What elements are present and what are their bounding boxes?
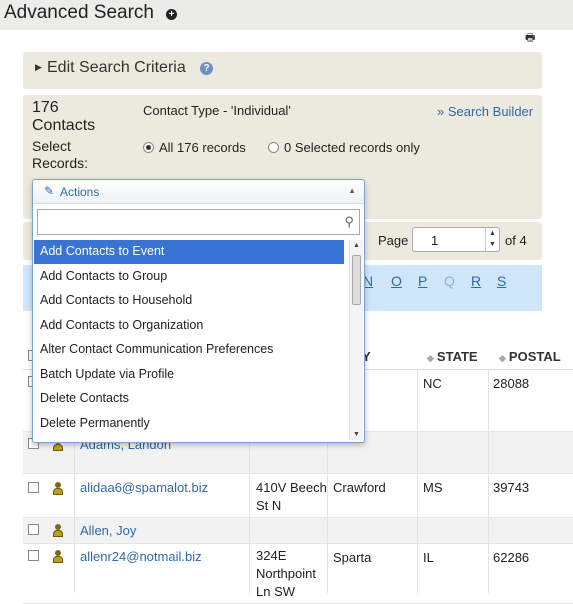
row-checkbox[interactable] [28, 550, 39, 561]
actions-menu-item[interactable]: Add Contacts to Household [34, 289, 344, 313]
state-cell: MS [423, 480, 443, 495]
table-row: allenr24@notmail.biz 324E Northpoint Ln … [23, 544, 573, 604]
scroll-down-icon[interactable]: ▼ [353, 431, 360, 438]
edit-search-criteria-panel[interactable]: ▶ Edit Search Criteria ? [23, 52, 542, 89]
postal-cell: 62286 [493, 550, 530, 565]
scroll-thumb[interactable] [352, 255, 361, 305]
postal-cell: 39743 [493, 480, 530, 495]
state-cell: IL [423, 550, 434, 565]
table-row: alidaa6@spamalot.biz 410V Beech St N Cra… [23, 474, 573, 518]
radio-selected-dot[interactable] [268, 142, 279, 153]
page-title: Advanced Search [4, 2, 154, 23]
actions-menu-item[interactable]: Delete Permanently [34, 412, 344, 436]
actions-label: Actions [60, 185, 100, 199]
address-cell: 410V Beech St N [256, 480, 327, 513]
title-bar: Advanced Search + [0, 0, 573, 30]
select-records-label: Select Records: [32, 138, 89, 171]
alphabet-letter-q: Q [444, 273, 455, 289]
city-cell: Crawford [333, 480, 386, 495]
alphabet-letter-o[interactable]: O [391, 273, 402, 289]
radio-selected-records[interactable]: 0 Selected records only [268, 140, 420, 155]
column-state[interactable]: ◆ STATE [427, 349, 478, 364]
column-postal-label: POSTAL [508, 349, 561, 364]
contact-name-link[interactable]: allenr24@notmail.biz [80, 549, 202, 564]
actions-search-input[interactable]: ⚲ [37, 209, 360, 235]
page-number-input[interactable]: 1 ▲ ▼ [412, 227, 500, 252]
row-checkbox[interactable] [28, 524, 39, 535]
alphabet-letter-p[interactable]: P [418, 273, 427, 289]
edit-search-criteria-label[interactable]: Edit Search Criteria [47, 59, 186, 77]
column-divider [417, 370, 418, 593]
radio-all-dot[interactable] [143, 142, 154, 153]
city-cell: Sparta [333, 550, 372, 565]
actions-toggle[interactable]: ✎ Actions ▲ [33, 180, 364, 204]
search-icon: ⚲ [344, 214, 354, 229]
search-builder-link[interactable]: » Search Builder [437, 104, 533, 119]
contact-name-link[interactable]: alidaa6@spamalot.biz [80, 480, 208, 495]
page-label: Page [378, 233, 409, 248]
help-icon[interactable]: ? [200, 62, 213, 75]
caret-up-icon: ▲ [348, 186, 356, 195]
alphabet-letter-s[interactable]: S [497, 273, 506, 289]
postal-cell: 28088 [493, 376, 530, 391]
contact-type-icon [52, 550, 64, 564]
actions-scrollbar[interactable]: ▲ ▼ [349, 240, 363, 440]
row-checkbox[interactable] [28, 482, 39, 493]
column-divider [488, 370, 489, 593]
expand-triangle-icon: ▶ [35, 62, 42, 72]
add-icon[interactable]: + [166, 9, 177, 20]
state-cell: NC [423, 376, 442, 391]
actions-menu-item[interactable]: Alter Contact Communication Preferences [34, 338, 344, 362]
alphabet-letter-r[interactable]: R [471, 273, 481, 289]
print-icon[interactable]: 🖶 [525, 29, 535, 48]
actions-menu-item[interactable]: Add Contacts to Group [34, 265, 344, 289]
column-state-label: STATE [436, 349, 478, 364]
radio-all-records[interactable]: All 176 records [143, 140, 246, 155]
radio-selected-label: 0 Selected records only [284, 140, 420, 155]
scroll-up-icon[interactable]: ▲ [353, 242, 360, 249]
column-postal[interactable]: ◆ POSTAL [499, 349, 561, 364]
actions-list: Add Contacts to Event Add Contacts to Gro… [34, 240, 363, 441]
actions-dropdown[interactable]: ✎ Actions ▲ ⚲ Add Contacts to Event Add C… [32, 179, 365, 443]
table-row: Allen, Joy [23, 518, 573, 544]
page-spinner[interactable]: ▲ ▼ [485, 228, 499, 251]
contact-name-link[interactable]: Allen, Joy [80, 523, 136, 538]
page-total-label: of 4 [505, 233, 527, 248]
contact-type-icon [52, 482, 64, 496]
pencil-icon: ✎ [44, 184, 55, 198]
actions-menu-item[interactable]: Delete Contacts [34, 387, 344, 411]
radio-all-label: All 176 records [159, 140, 246, 155]
page-number-value: 1 [431, 233, 439, 248]
contact-count: 176 Contacts [32, 99, 96, 134]
actions-menu-item[interactable]: Add Contacts to Organization [34, 314, 344, 338]
contact-type-filter: Contact Type - 'Individual' [143, 103, 291, 118]
actions-menu-item[interactable]: Add Contacts to Event [34, 240, 344, 264]
contact-type-icon [52, 524, 64, 538]
actions-menu-item[interactable]: Batch Update via Profile [34, 363, 344, 387]
